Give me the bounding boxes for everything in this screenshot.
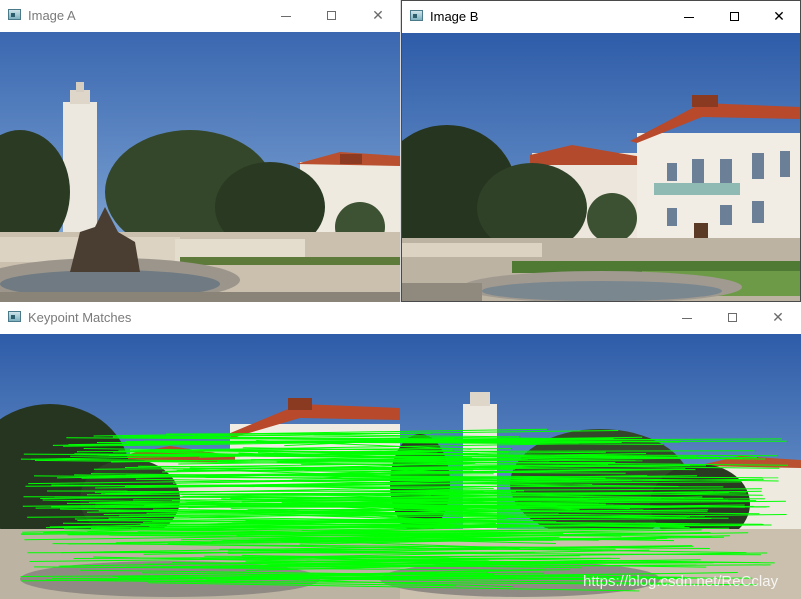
image-a-canvas bbox=[0, 32, 400, 302]
matches-titlebar[interactable]: Keypoint Matches ✕ bbox=[0, 302, 801, 334]
match-line bbox=[27, 551, 536, 554]
app-icon bbox=[8, 9, 21, 20]
app-icon bbox=[410, 10, 423, 21]
maximize-button[interactable] bbox=[710, 302, 756, 334]
match-line bbox=[51, 505, 710, 508]
minimize-button[interactable] bbox=[664, 302, 710, 334]
close-button[interactable]: ✕ bbox=[355, 0, 400, 32]
matches-canvas: https://blog.csdn.net/ReCclay bbox=[0, 334, 801, 599]
image-b-titlebar[interactable]: Image B ✕ bbox=[402, 1, 800, 33]
minimize-button[interactable] bbox=[666, 1, 712, 33]
matches-title: Keypoint Matches bbox=[28, 310, 132, 325]
close-button[interactable]: ✕ bbox=[755, 302, 801, 334]
image-a-title: Image A bbox=[28, 8, 76, 23]
image-b-canvas bbox=[402, 33, 800, 301]
image-b-title: Image B bbox=[430, 9, 479, 24]
matches-window: Keypoint Matches ✕ https://blog.csdn.net… bbox=[0, 302, 801, 599]
campus-photo-b bbox=[402, 33, 800, 301]
maximize-button[interactable] bbox=[309, 0, 355, 32]
image-b-window: Image B ✕ bbox=[401, 0, 801, 302]
maximize-button[interactable] bbox=[712, 1, 758, 33]
close-button[interactable]: ✕ bbox=[756, 1, 800, 33]
image-a-titlebar[interactable]: Image A ✕ bbox=[0, 0, 400, 32]
image-a-window: Image A ✕ bbox=[0, 0, 400, 302]
app-icon bbox=[8, 311, 21, 322]
campus-photo-a bbox=[0, 32, 400, 302]
minimize-button[interactable] bbox=[263, 0, 309, 32]
matches-image: https://blog.csdn.net/ReCclay bbox=[0, 334, 801, 599]
match-line bbox=[276, 461, 616, 463]
watermark-text: https://blog.csdn.net/ReCclay bbox=[583, 573, 779, 590]
